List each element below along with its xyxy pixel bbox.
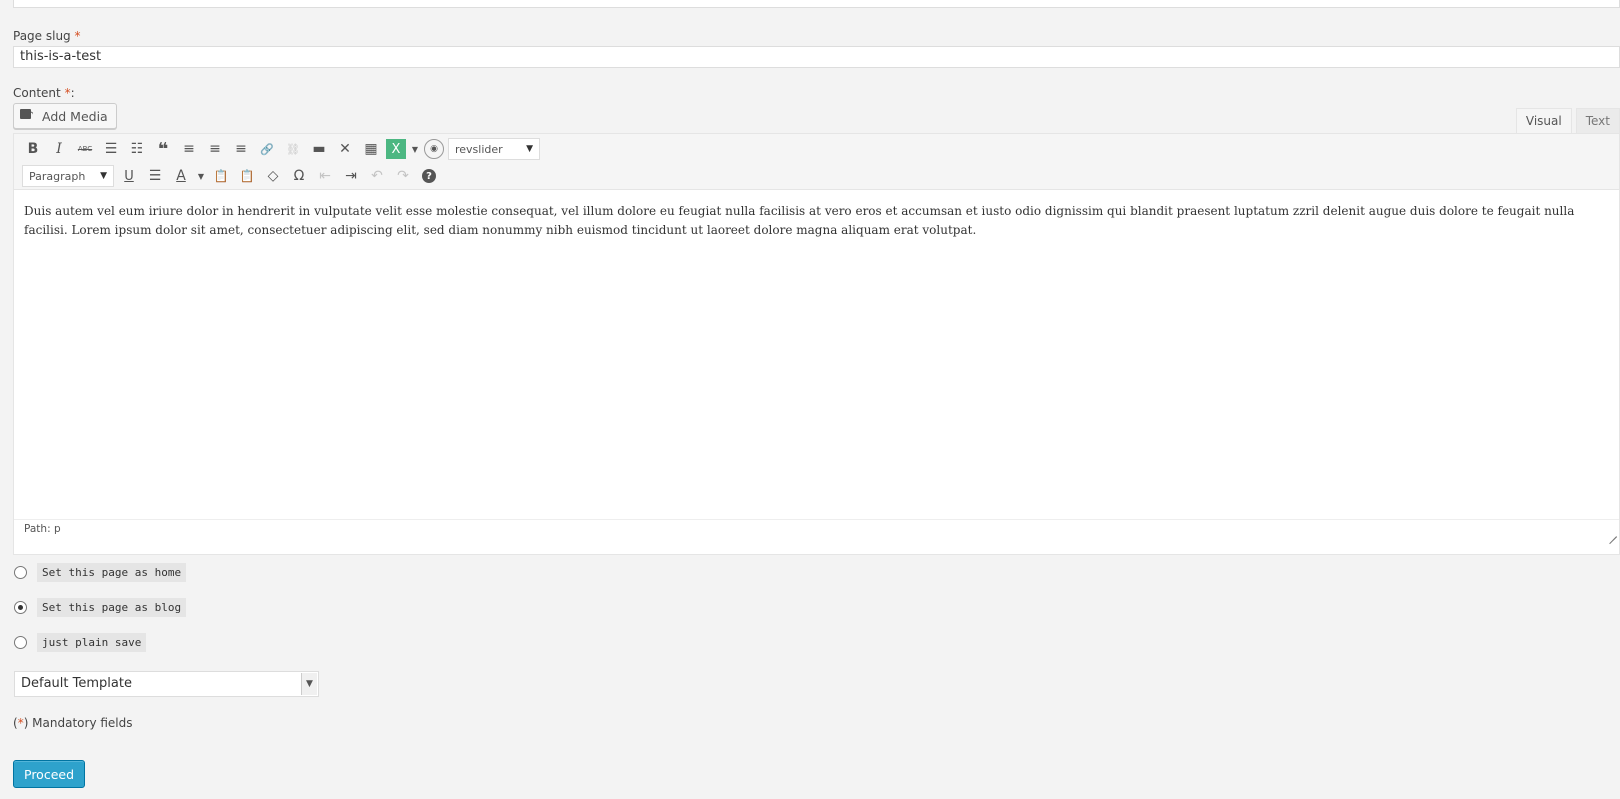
page-slug-label-text: Page slug <box>13 29 71 43</box>
text-color-icon[interactable]: A <box>170 165 192 187</box>
radio-blog-label: Set this page as blog <box>37 598 187 617</box>
radio-option-plain-save[interactable]: just plain save <box>14 633 147 652</box>
bulleted-list-icon[interactable]: ☰ <box>100 138 122 160</box>
radio-home[interactable] <box>14 566 27 579</box>
help-icon[interactable]: ? <box>422 169 436 183</box>
fullscreen-icon[interactable]: ✕ <box>334 138 356 160</box>
toolbar-row-2: Paragraph ▼ U ☰ A ▼ 📋 📋 ◇ Ω ⇤ ⇥ ↶ ↷ ? <box>22 163 436 189</box>
mandatory-fields-note: (*) Mandatory fields <box>13 716 133 730</box>
add-media-label: Add Media <box>42 108 108 124</box>
toolbar-row-1: B I ABC ☰ ☷ ❝ ≡ ≡ ≡ 🔗 ⛓ ▬ ✕ ▦ X ▼ ◉ revs… <box>22 136 540 162</box>
justify-icon[interactable]: ☰ <box>144 165 166 187</box>
page-slug-label: Page slug * <box>13 29 81 43</box>
blockquote-icon[interactable]: ❝ <box>152 138 174 160</box>
resize-handle-icon[interactable] <box>1607 527 1617 537</box>
content-label-suffix: : <box>70 86 75 100</box>
underline-icon[interactable]: U <box>118 165 140 187</box>
radio-plain-save-label: just plain save <box>37 633 147 652</box>
revslider-select-value: revslider <box>455 142 503 156</box>
numbered-list-icon[interactable]: ☷ <box>126 138 148 160</box>
toolbar-toggle-icon[interactable]: ▦ <box>360 138 382 160</box>
status-path: Path: p <box>24 523 61 535</box>
excel-icon[interactable]: X <box>386 139 406 159</box>
required-mark: * <box>74 29 81 43</box>
chevron-down-icon: ▼ <box>526 144 533 154</box>
radio-blog[interactable] <box>14 601 27 614</box>
undo-icon[interactable]: ↶ <box>366 165 388 187</box>
tab-visual[interactable]: Visual <box>1515 108 1572 134</box>
unlink-icon[interactable]: ⛓ <box>282 138 304 160</box>
align-right-icon[interactable]: ≡ <box>230 138 252 160</box>
page-slug-input[interactable]: this-is-a-test <box>13 46 1620 68</box>
content-editor: B I ABC ☰ ☷ ❝ ≡ ≡ ≡ 🔗 ⛓ ▬ ✕ ▦ X ▼ ◉ revs… <box>13 133 1620 555</box>
editor-content-area[interactable]: Duis autem vel eum iriure dolor in hendr… <box>14 190 1619 519</box>
editor-tabs: Visual Text <box>1515 108 1620 134</box>
chevron-down-icon[interactable]: ▼ <box>410 138 420 160</box>
clear-formatting-icon[interactable]: ◇ <box>262 165 284 187</box>
chevron-down-icon: ▼ <box>100 171 107 181</box>
strikethrough-icon[interactable]: ABC <box>74 138 96 160</box>
media-icon <box>20 109 36 123</box>
editor-statusbar: Path: p <box>14 519 1619 539</box>
align-left-icon[interactable]: ≡ <box>178 138 200 160</box>
template-select[interactable]: Default Template ▼ <box>14 671 319 697</box>
page-title-input[interactable]: This is a test <box>13 0 1620 8</box>
insert-link-icon[interactable]: 🔗 <box>256 138 278 160</box>
align-center-icon[interactable]: ≡ <box>204 138 226 160</box>
radio-option-blog[interactable]: Set this page as blog <box>14 598 187 617</box>
revslider-select[interactable]: revslider ▼ <box>448 138 540 160</box>
format-select[interactable]: Paragraph ▼ <box>22 165 114 187</box>
proceed-button[interactable]: Proceed <box>13 760 86 788</box>
template-select-value: Default Template <box>21 676 132 691</box>
italic-icon[interactable]: I <box>48 138 70 160</box>
chevron-down-icon[interactable]: ▼ <box>196 165 206 187</box>
radio-plain-save[interactable] <box>14 636 27 649</box>
paste-text-icon[interactable]: 📋 <box>210 165 232 187</box>
read-more-icon[interactable]: ▬ <box>308 138 330 160</box>
radio-option-home[interactable]: Set this page as home <box>14 563 187 582</box>
paste-word-icon[interactable]: 📋 <box>236 165 258 187</box>
redo-icon[interactable]: ↷ <box>392 165 414 187</box>
outdent-icon[interactable]: ⇤ <box>314 165 336 187</box>
add-media-button[interactable]: Add Media <box>13 103 117 129</box>
content-label: Content *: <box>13 86 75 100</box>
rss-icon[interactable]: ◉ <box>424 139 444 159</box>
radio-home-label: Set this page as home <box>37 563 187 582</box>
mandatory-text: ) Mandatory fields <box>23 716 133 730</box>
chevron-down-icon[interactable]: ▼ <box>301 673 317 695</box>
bold-icon[interactable]: B <box>22 138 44 160</box>
editor-toolbar: B I ABC ☰ ☷ ❝ ≡ ≡ ≡ 🔗 ⛓ ▬ ✕ ▦ X ▼ ◉ revs… <box>14 134 1619 190</box>
indent-icon[interactable]: ⇥ <box>340 165 362 187</box>
special-character-icon[interactable]: Ω <box>288 165 310 187</box>
format-select-value: Paragraph <box>29 169 86 183</box>
tab-text[interactable]: Text <box>1575 108 1620 134</box>
content-label-text: Content <box>13 86 61 100</box>
